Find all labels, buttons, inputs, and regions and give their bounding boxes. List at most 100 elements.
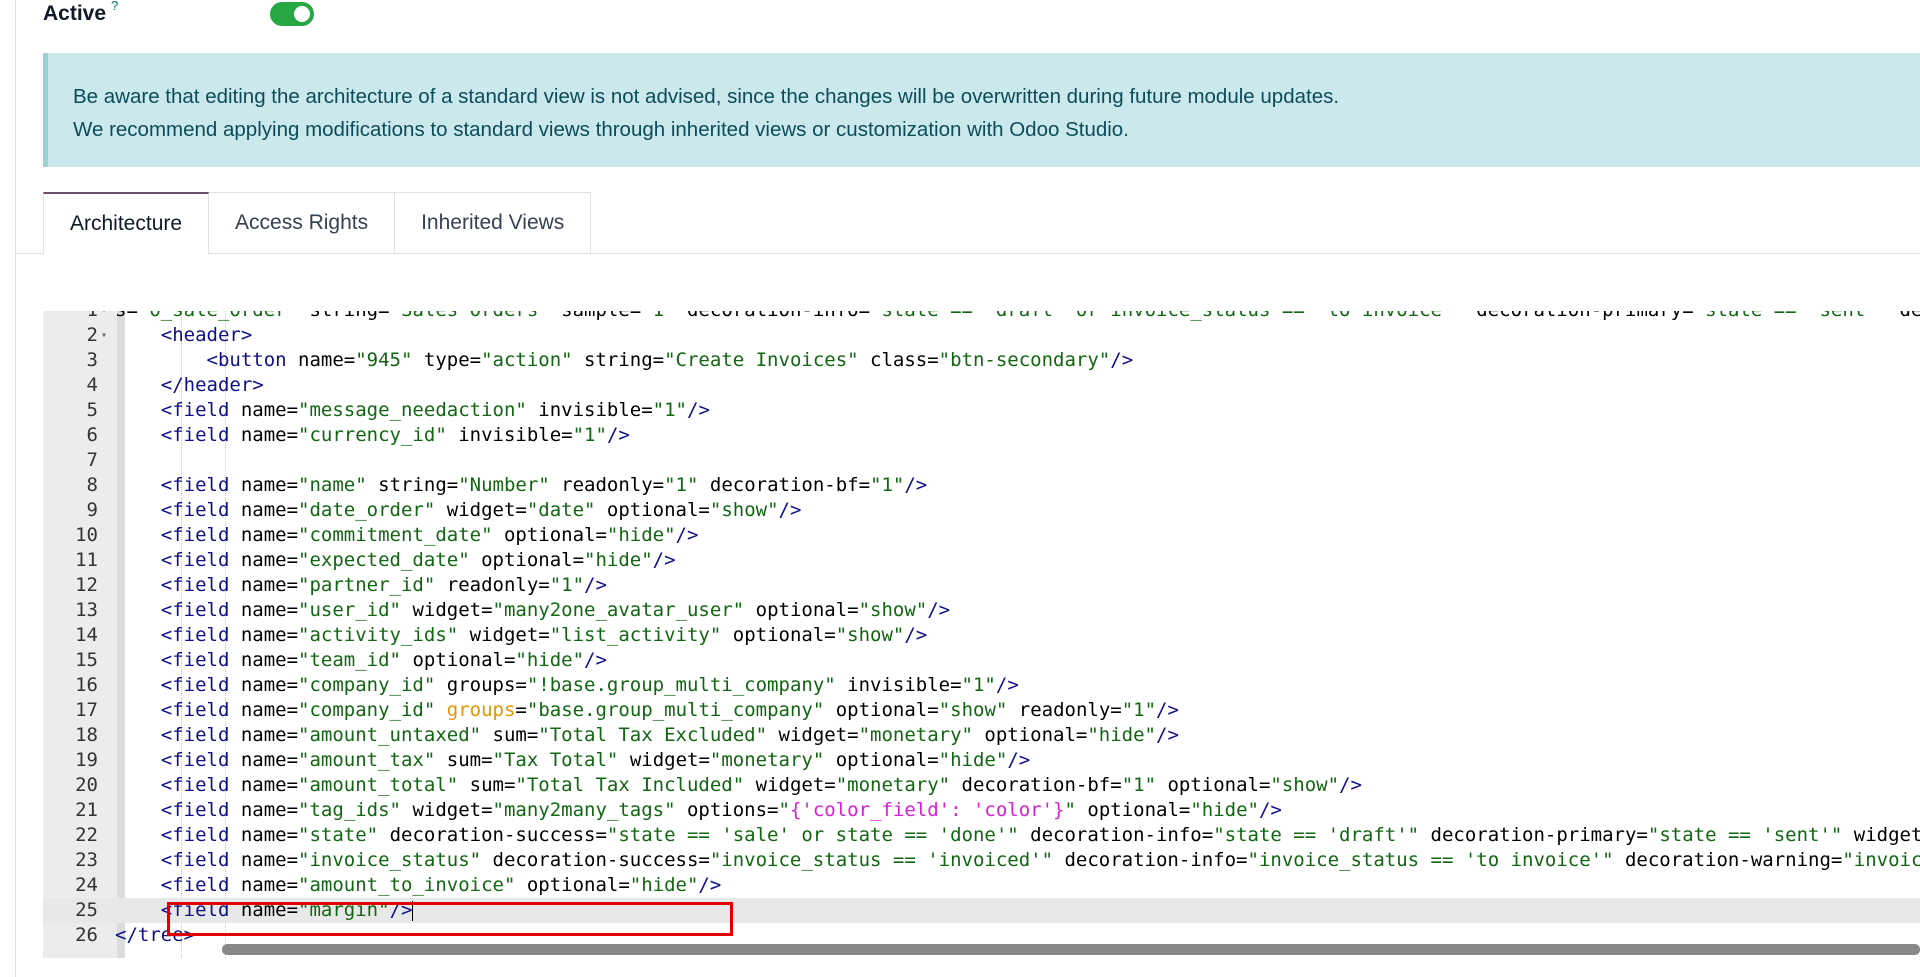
code-line[interactable]: 14 <field name="activity_ids" widget="li… <box>43 623 1920 648</box>
code-token: name= <box>229 749 299 771</box>
code-line[interactable]: 16 <field name="company_id" groups="!bas… <box>43 673 1920 698</box>
code-line[interactable]: 23 <field name="invoice_status" decorati… <box>43 848 1920 873</box>
code-token: widget= <box>401 799 493 821</box>
code-token: /> <box>904 474 928 496</box>
code-token: "activity_ids" <box>298 624 459 646</box>
code-line[interactable]: 10 <field name="commitment_date" optiona… <box>43 523 1920 548</box>
code-line[interactable]: 7 <box>43 448 1920 473</box>
tab-access-rights[interactable]: Access Rights <box>209 192 396 253</box>
code-line[interactable]: 24 <field name="amount_to_invoice" optio… <box>43 873 1920 898</box>
tab-inherited-views[interactable]: Inherited Views <box>395 192 592 253</box>
code-token: /> <box>652 549 676 571</box>
code-line[interactable]: 12 <field name="partner_id" readonly="1"… <box>43 573 1920 598</box>
code-editor[interactable]: 1▾s="o_sale_order" string="Sales Orders"… <box>43 311 1920 958</box>
tab-architecture[interactable]: Architecture <box>43 192 210 254</box>
code-token: widget= <box>618 749 710 771</box>
horizontal-scrollbar[interactable] <box>222 944 1920 955</box>
code-text: <field name="company_id" groups="!base.g… <box>115 673 1019 698</box>
code-token: name= <box>229 824 299 846</box>
code-token: optional= <box>744 599 859 621</box>
warning-alert: Be aware that editing the architecture o… <box>43 53 1920 167</box>
code-text: <field name="margin"/> <box>115 898 414 923</box>
code-token: "tag_ids" <box>298 799 401 821</box>
code-token: optional= <box>492 524 607 546</box>
code-line[interactable]: 5 <field name="message_needaction" invis… <box>43 398 1920 423</box>
code-text: <field name="user_id" widget="many2one_a… <box>115 598 950 623</box>
line-number: 15 <box>75 649 98 671</box>
active-toggle-switch[interactable] <box>270 2 314 26</box>
code-line[interactable]: 18 <field name="amount_untaxed" sum="Tot… <box>43 723 1920 748</box>
code-token: <field <box>160 824 230 846</box>
code-token: name= <box>229 399 299 421</box>
code-line[interactable]: 17 <field name="company_id" groups="base… <box>43 698 1920 723</box>
code-token: decoration-primary= <box>1419 824 1648 846</box>
code-text: </header> <box>115 373 264 398</box>
code-token: "amount_untaxed" <box>298 724 482 746</box>
code-token: "partner_id" <box>298 574 436 596</box>
code-text: s="o_sale_order" string="Sales Orders" s… <box>115 311 1920 323</box>
code-line[interactable]: 22 <field name="state" decoration-succes… <box>43 823 1920 848</box>
code-token: optional= <box>595 499 710 521</box>
code-token: "state == 'sent'" <box>1694 311 1888 321</box>
code-token: sample= <box>550 311 641 321</box>
active-field-row: Active ? <box>43 0 118 28</box>
code-token: "team_id" <box>298 649 401 671</box>
notebook-tabs: Architecture Access Rights Inherited Vie… <box>43 192 592 254</box>
code-line[interactable]: 19 <field name="amount_tax" sum="Tax Tot… <box>43 748 1920 773</box>
code-token: "hide" <box>1190 799 1259 821</box>
line-number: 26 <box>75 924 98 946</box>
code-line[interactable]: 21 <field name="tag_ids" widget="many2ma… <box>43 798 1920 823</box>
code-line[interactable]: 4 </header> <box>43 373 1920 398</box>
code-line[interactable]: 11 <field name="expected_date" optional=… <box>43 548 1920 573</box>
code-line[interactable]: 1▾ s="o_sale_order" string="Sales Orders"… <box>43 311 1920 323</box>
code-token: /> <box>1258 799 1282 821</box>
fold-arrow-icon[interactable]: ▾ <box>101 311 107 323</box>
code-token: </header> <box>160 374 264 396</box>
code-token: /> <box>1156 724 1179 746</box>
code-token: "invoice_s <box>1842 849 1920 871</box>
code-token: "Create Invoices" <box>664 349 859 371</box>
code-token: name= <box>229 899 299 921</box>
code-token: string= <box>366 474 459 496</box>
line-number: 4 <box>86 374 98 396</box>
code-line[interactable]: 3 <button name="945" type="action" strin… <box>43 348 1920 373</box>
code-token: "user_id" <box>298 599 401 621</box>
code-token: class= <box>858 349 939 371</box>
code-token: name= <box>286 349 356 371</box>
code-token: "company_id" <box>298 674 436 696</box>
code-line[interactable]: 15 <field name="team_id" optional="hide"… <box>43 648 1920 673</box>
code-token: "Tax Total" <box>492 749 619 771</box>
code-line[interactable]: 6 <field name="currency_id" invisible="1… <box>43 423 1920 448</box>
code-line[interactable]: 9 <field name="date_order" widget="date"… <box>43 498 1920 523</box>
code-token: sum= <box>435 749 493 771</box>
code-token: "show" <box>858 599 928 621</box>
code-token: <field <box>160 399 230 421</box>
line-number: 22 <box>75 824 98 846</box>
code-text: <button name="945" type="action" string=… <box>115 348 1134 373</box>
code-token: "1" <box>1121 774 1157 796</box>
code-line[interactable]: 13 <field name="user_id" widget="many2on… <box>43 598 1920 623</box>
code-token: readonly= <box>1007 699 1122 721</box>
code-line[interactable]: 2 ▾ <header> <box>43 323 1920 348</box>
code-text: <field name="date_order" widget="date" o… <box>115 498 802 523</box>
code-line[interactable]: 20 <field name="amount_total" sum="Total… <box>43 773 1920 798</box>
code-token: "name" <box>298 474 367 496</box>
code-line[interactable]: 25 <field name="margin"/> <box>43 898 1920 923</box>
code-line[interactable]: 8 <field name="name" string="Number" rea… <box>43 473 1920 498</box>
active-help-tooltip-icon[interactable]: ? <box>111 0 118 13</box>
fold-arrow-icon[interactable]: ▾ <box>101 323 107 348</box>
code-token: /> <box>389 899 413 921</box>
code-token: /> <box>687 399 710 421</box>
code-token: name= <box>229 524 299 546</box>
code-token: <field <box>160 899 230 921</box>
code-token: decoration-success= <box>481 849 710 871</box>
code-token: optional= <box>824 749 939 771</box>
